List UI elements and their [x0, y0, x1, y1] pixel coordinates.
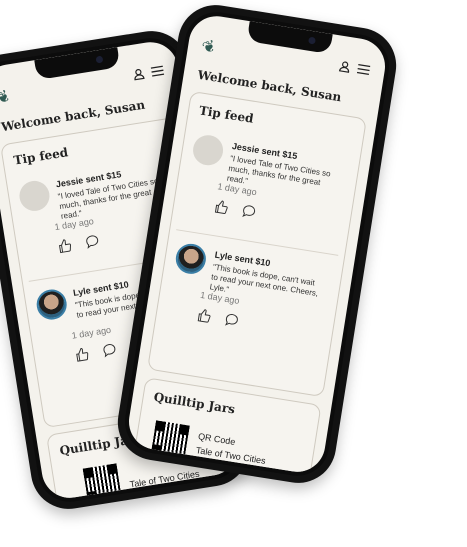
like-icon[interactable] [74, 346, 90, 362]
quill-logo-icon: ❦ [0, 85, 15, 109]
avatar [17, 178, 52, 214]
like-icon[interactable] [213, 199, 229, 215]
jar-label: QR Code [197, 431, 237, 447]
user-icon[interactable] [132, 67, 146, 81]
user-icon[interactable] [338, 60, 352, 74]
jars-title: Quilltip Jars [152, 389, 236, 417]
tip-feed-card: Tip feed Jessie sent $15 "I loved Tale o… [147, 90, 367, 398]
like-icon[interactable] [57, 238, 73, 254]
tip-time: 1 day ago [71, 324, 112, 341]
comment-icon[interactable] [102, 342, 118, 358]
tip-feed-title: Tip feed [198, 103, 255, 126]
tip-item: Lyle sent $10 "This book is dope, can't … [164, 241, 332, 357]
tip-item: Jessie sent $15 "I loved Tale of Two Cit… [181, 133, 349, 248]
comment-icon[interactable] [84, 233, 100, 249]
comment-icon[interactable] [224, 312, 240, 328]
avatar [34, 287, 69, 322]
menu-icon[interactable] [356, 63, 372, 77]
tip-time: 1 day ago [53, 216, 95, 233]
quill-logo-icon: ❦ [199, 35, 219, 58]
like-icon[interactable] [196, 308, 212, 324]
comment-icon[interactable] [241, 203, 257, 219]
avatar [190, 133, 226, 168]
avatar [173, 241, 209, 276]
menu-icon[interactable] [150, 64, 166, 78]
tip-feed-title: Tip feed [12, 145, 70, 168]
